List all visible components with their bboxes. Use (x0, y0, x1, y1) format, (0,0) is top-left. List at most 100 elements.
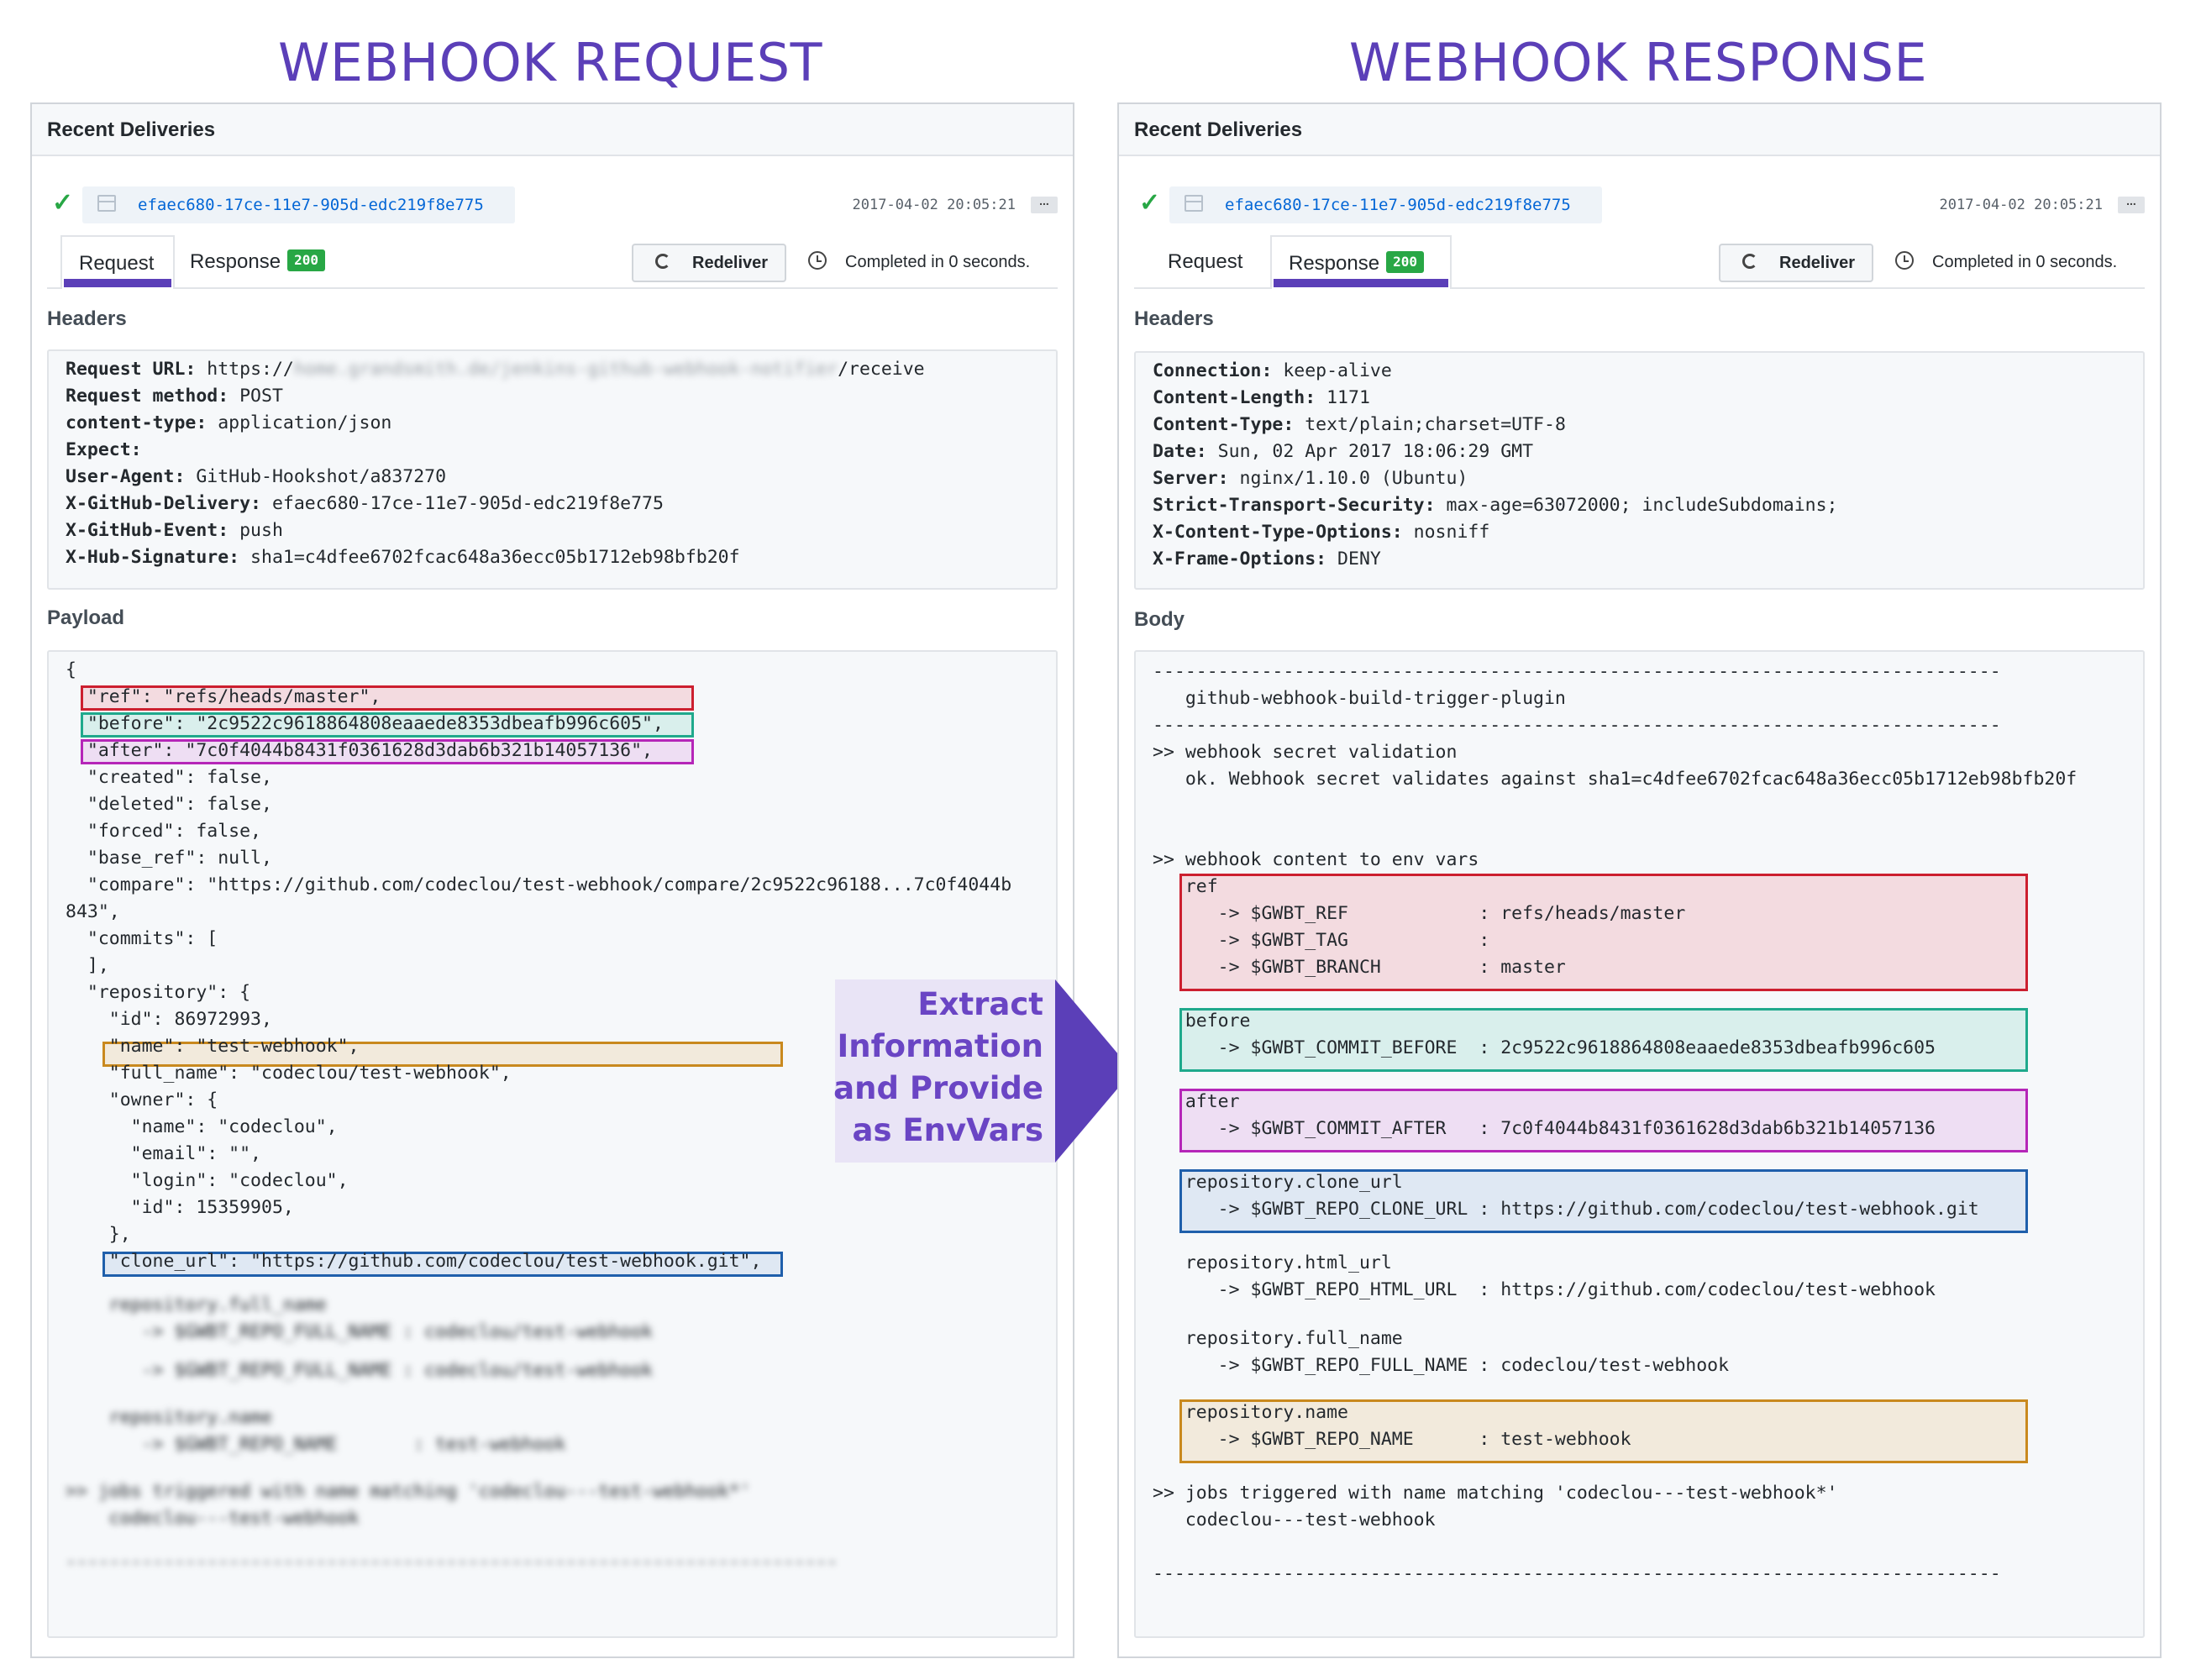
panel-header: Recent Deliveries (32, 104, 1073, 156)
redacted-line: repository.full_name (66, 1294, 327, 1315)
redeliver-button[interactable]: Redeliver (632, 244, 786, 282)
header-value: efaec680-17ce-11e7-905d-edc219f8e775 (261, 493, 664, 514)
delivery-datetime: 2017-04-02 20:05:21 (1939, 197, 2103, 213)
delivery-row[interactable]: ✓ efaec680-17ce-11e7-905d-edc219f8e775 2… (32, 186, 1073, 223)
redacted-line: -> $GWBT_REPO_FULL_NAME : codeclou/test-… (66, 1360, 653, 1381)
active-tab-indicator (64, 279, 171, 287)
check-icon: ✓ (52, 189, 74, 217)
body-label: Body (1134, 608, 1185, 631)
tab-response[interactable]: Response 200 (1270, 235, 1452, 289)
header-key: Request URL: (66, 359, 197, 380)
payload-line: "login": "codeclou", (66, 1170, 349, 1191)
delivery-tabs: Request Response 200 Redeliver Completed … (1134, 235, 2145, 289)
payload-line: "repository": { (66, 982, 251, 1003)
header-line: X-GitHub-Event: push (66, 517, 283, 544)
tab-request[interactable]: Request (1151, 235, 1259, 287)
completed-text: Completed in 0 seconds. (1932, 253, 2118, 271)
header-line: content-type: application/json (66, 410, 391, 437)
header-key: Strict-Transport-Security: (1153, 495, 1436, 516)
clock-icon (808, 251, 827, 270)
sync-icon (1742, 254, 1757, 269)
status-badge: 200 (1386, 251, 1424, 273)
payload-line: "email": "", (66, 1143, 261, 1164)
payload-line: ], (66, 955, 109, 976)
tab-request[interactable]: Request (60, 235, 175, 289)
header-line: Expect: (66, 437, 142, 464)
header-value: text/plain;charset=UTF-8 (1294, 414, 1566, 435)
body-line: ok. Webhook secret validates against sha… (1153, 769, 2078, 790)
header-line: X-GitHub-Delivery: efaec680-17ce-11e7-90… (66, 491, 664, 517)
payload-line: "commits": [ (66, 928, 218, 949)
sync-icon (655, 254, 670, 269)
delivery-tabs: Request Response 200 Redeliver Completed … (47, 235, 1058, 289)
header-key: Connection: (1153, 360, 1273, 381)
redeliver-label: Redeliver (1779, 254, 1856, 272)
active-tab-indicator (1274, 279, 1448, 287)
redacted-line: ----------------------------------------… (66, 1551, 838, 1572)
header-value: GitHub-Hookshot/a837270 (185, 466, 447, 487)
header-line: Request method: POST (66, 383, 283, 410)
delivery-row[interactable]: ✓ efaec680-17ce-11e7-905d-edc219f8e775 2… (1119, 186, 2160, 223)
body-line: -> $GWBT_COMMIT_BEFORE : 2c9522c96188648… (1153, 1037, 1936, 1058)
body-line: codeclou---test-webhook (1153, 1509, 1436, 1530)
body-line: ----------------------------------------… (1153, 1563, 2001, 1584)
headers-label: Headers (47, 307, 127, 330)
payload-line: "after": "7c0f4044b8431f0361628d3dab6b32… (66, 740, 653, 761)
header-key: Content-Type: (1153, 414, 1295, 435)
tab-response[interactable]: Response 200 (173, 235, 342, 287)
delivery-guid[interactable]: efaec680-17ce-11e7-905d-edc219f8e775 (1225, 186, 1571, 223)
header-key: Content-Length: (1153, 387, 1316, 408)
more-button[interactable]: ... (2118, 195, 2145, 213)
header-value: https:// (196, 359, 294, 380)
tab-response-label: Response (1289, 252, 1380, 275)
payload-line: "full_name": "codeclou/test-webhook", (66, 1063, 512, 1084)
header-line: Content-Type: text/plain;charset=UTF-8 (1153, 412, 1566, 438)
more-button[interactable]: ... (1031, 195, 1058, 213)
body-line: -> $GWBT_REPO_NAME : test-webhook (1153, 1429, 1631, 1450)
header-key: Server: (1153, 468, 1229, 489)
redeliver-label: Redeliver (692, 254, 769, 272)
body-line: ----------------------------------------… (1153, 715, 2001, 736)
headers-label: Headers (1134, 307, 1214, 330)
payload-line: "id": 86972993, (66, 1009, 272, 1030)
delivery-guid-pill[interactable]: efaec680-17ce-11e7-905d-edc219f8e775 (1169, 186, 1602, 223)
package-icon (97, 195, 116, 212)
callout-line-4: as EnvVars (852, 1112, 1043, 1148)
body-line: repository.html_url (1153, 1252, 1392, 1273)
delivery-guid-pill[interactable]: efaec680-17ce-11e7-905d-edc219f8e775 (82, 186, 515, 223)
extract-info-callout: Extract Information and Provide as EnvVa… (833, 979, 1055, 1163)
payload-line: "name": "test-webhook", (66, 1036, 360, 1057)
header-line: User-Agent: GitHub-Hookshot/a837270 (66, 464, 446, 491)
header-value: 1171 (1316, 387, 1370, 408)
header-key: content-type: (66, 412, 207, 433)
body-line: -> $GWBT_REPO_CLONE_URL : https://github… (1153, 1199, 1979, 1220)
header-value: max-age=63072000; includeSubdomains; (1435, 495, 1838, 516)
header-line: Connection: keep-alive (1153, 358, 1392, 385)
payload-line: "forced": false, (66, 821, 261, 842)
delivery-guid[interactable]: efaec680-17ce-11e7-905d-edc219f8e775 (138, 186, 484, 223)
request-panel: Recent Deliveries ✓ efaec680-17ce-11e7-9… (30, 102, 1074, 1658)
header-value: DENY (1326, 549, 1381, 570)
body-line: >> webhook content to env vars (1153, 849, 1479, 870)
body-line: repository.name (1153, 1402, 1348, 1423)
payload-line: "base_ref": null, (66, 848, 272, 869)
tab-response-label: Response (190, 250, 281, 273)
payload-line: 843", (66, 901, 120, 922)
body-line: ----------------------------------------… (1153, 661, 2001, 682)
response-headers-box: Connection: keep-alive Content-Length: 11… (1134, 351, 2145, 590)
package-icon (1185, 195, 1203, 212)
header-key: Expect: (66, 439, 142, 460)
header-key: X-Frame-Options: (1153, 549, 1327, 570)
payload-line: "ref": "refs/heads/master", (66, 686, 381, 707)
redeliver-button[interactable]: Redeliver (1719, 244, 1873, 282)
header-value: sha1=c4dfee6702fcac648a36ecc05b1712eb98b… (239, 547, 740, 568)
status-badge: 200 (287, 249, 325, 271)
clock-icon (1895, 251, 1914, 270)
header-key: Date: (1153, 441, 1207, 462)
check-icon: ✓ (1139, 189, 1161, 217)
header-line: Request URL: https://home.grandsmith.de/… (66, 356, 925, 383)
payload-line: "name": "codeclou", (66, 1116, 338, 1137)
header-line: Strict-Transport-Security: max-age=63072… (1153, 492, 1837, 519)
callout-line-3: and Provide (833, 1070, 1043, 1106)
redacted-line: repository.name (66, 1407, 272, 1428)
